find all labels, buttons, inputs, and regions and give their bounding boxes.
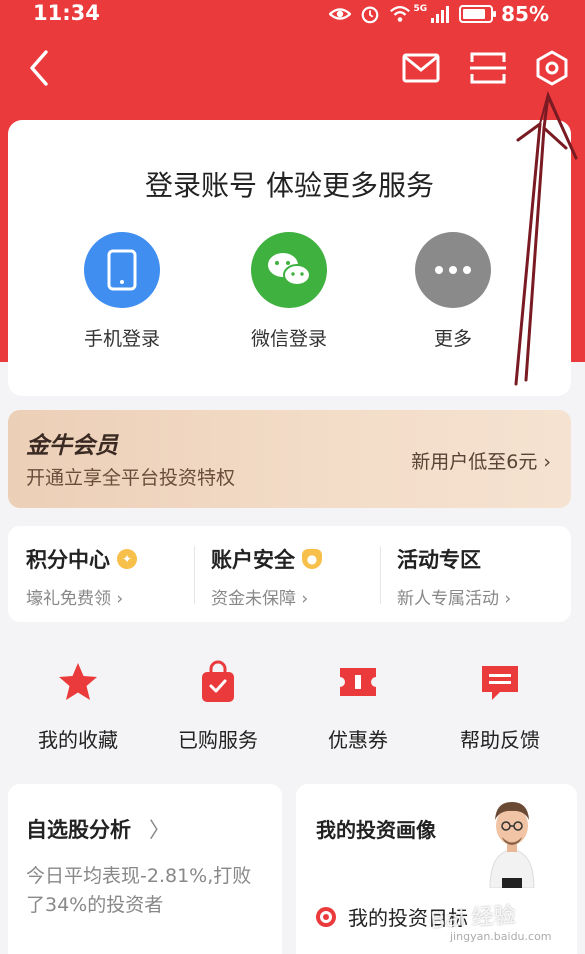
coupons-label: 优惠券 <box>328 728 388 752</box>
divider <box>194 546 195 604</box>
mail-icon[interactable] <box>402 52 440 84</box>
shield-badge-icon: ● <box>302 549 322 569</box>
wechat-login-label: 微信登录 <box>250 328 327 350</box>
favorites-label: 我的收藏 <box>38 728 118 752</box>
watchlist-analysis-card[interactable]: 自选股分析〉 今日平均表现-2.81%,打败了34%的投资者 <box>8 784 282 954</box>
wechat-login-circle <box>251 232 327 308</box>
watchlist-analysis-title: 自选股分析〉 <box>26 814 170 844</box>
network-label: 5G <box>413 4 428 14</box>
target-icon <box>316 906 336 927</box>
coupons-button[interactable]: 优惠券 <box>298 660 418 753</box>
activity-zone-title: 活动专区 <box>397 544 511 574</box>
help-feedback-label: 帮助反馈 <box>460 728 540 752</box>
settings-icon[interactable] <box>532 48 572 88</box>
phone-login-label: 手机登录 <box>83 328 160 350</box>
signal-icon <box>431 6 450 23</box>
help-feedback-button[interactable]: 帮助反馈 <box>440 660 560 753</box>
top-nav <box>0 38 585 98</box>
coupon-icon <box>340 668 376 696</box>
feedback-icon <box>482 666 518 700</box>
login-title: 登录账号 体验更多服务 <box>145 169 434 202</box>
points-center-label: 积分中心 <box>26 548 110 572</box>
phone-login-button[interactable]: 手机登录 <box>62 232 182 351</box>
vip-banner[interactable]: 金牛会员 开通立享全平台投资特权 新用户低至6元 › <box>8 410 571 508</box>
quick-actions: 我的收藏 已购服务 优惠券 帮助反馈 <box>0 660 585 753</box>
battery-icon <box>459 5 497 23</box>
phone-icon <box>107 249 137 291</box>
more-login-button[interactable]: 更多 <box>393 232 513 351</box>
purchased-services-button[interactable]: 已购服务 <box>158 660 278 753</box>
points-center-sub: 壕礼免费领 › <box>26 589 124 609</box>
star-badge-icon: ✦ <box>117 549 137 569</box>
divider <box>380 546 381 604</box>
status-icons: 5G 85% <box>329 2 549 26</box>
activity-zone-label: 活动专区 <box>397 548 481 572</box>
avatar-icon <box>489 802 535 888</box>
points-center-entry[interactable]: 积分中心 ✦ 壕礼免费领 › <box>26 544 137 609</box>
status-time: 11:34 <box>33 1 100 25</box>
wifi-icon <box>390 6 411 22</box>
activity-zone-entry[interactable]: 活动专区 新人专属活动 › <box>397 544 511 609</box>
account-security-entry[interactable]: 账户安全 ● 资金未保障 › <box>211 544 322 609</box>
scan-icon[interactable] <box>469 50 507 86</box>
status-bar: 11:34 5G 85% <box>0 0 585 30</box>
favorites-button[interactable]: 我的收藏 <box>18 660 138 753</box>
alarm-icon <box>362 6 379 24</box>
back-arrow-icon[interactable] <box>22 46 58 90</box>
account-security-title: 账户安全 ● <box>211 544 322 574</box>
battery-percent: 85% <box>501 2 549 26</box>
wechat-icon <box>268 253 311 286</box>
watchlist-analysis-label: 自选股分析 <box>26 818 131 842</box>
wechat-login-button[interactable]: 微信登录 <box>229 232 349 351</box>
vip-title: 金牛会员 <box>26 433 118 459</box>
shopping-bag-icon <box>202 660 234 702</box>
watermark-url: jingyan.baidu.com <box>450 930 552 943</box>
vip-subtitle: 开通立享全平台投资特权 <box>26 467 236 489</box>
login-card: 登录账号 体验更多服务 手机登录 微信登录 更多 <box>8 120 571 396</box>
investment-portrait-title: 我的投资画像 <box>316 818 436 842</box>
more-login-circle <box>415 232 491 308</box>
more-icon <box>435 266 471 274</box>
points-center-title: 积分中心 ✦ <box>26 544 137 574</box>
eye-icon <box>329 8 352 20</box>
more-login-label: 更多 <box>433 328 472 350</box>
purchased-services-label: 已购服务 <box>178 728 258 752</box>
watchlist-analysis-text: 今日平均表现-2.81%,打败了34%的投资者 <box>26 865 252 917</box>
activity-zone-sub: 新人专属活动 › <box>397 589 512 609</box>
shortcut-card: 积分中心 ✦ 壕礼免费领 › 账户安全 ● 资金未保障 › 活动专区 新人专属活… <box>8 526 571 622</box>
account-security-sub: 资金未保障 › <box>211 589 309 609</box>
star-icon <box>59 663 97 700</box>
chevron-right-icon: 〉 <box>149 818 170 842</box>
phone-login-circle <box>84 232 160 308</box>
account-security-label: 账户安全 <box>211 548 295 572</box>
vip-cta-link[interactable]: 新用户低至6元 › <box>411 447 551 474</box>
